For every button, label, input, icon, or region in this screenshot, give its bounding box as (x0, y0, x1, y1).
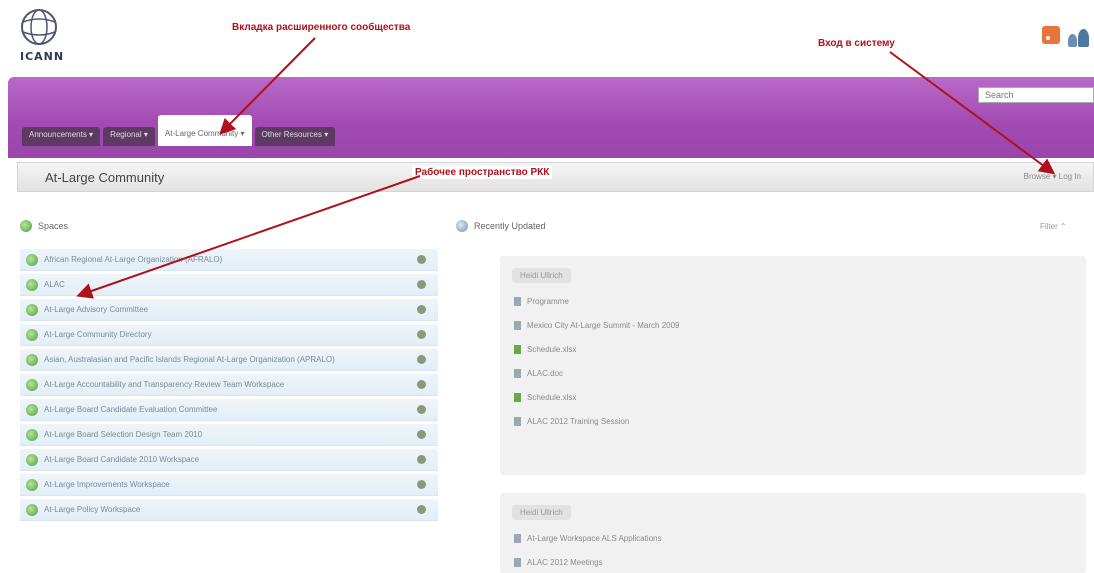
spaces-icon (20, 220, 32, 232)
update-label: At-Large Workspace ALS Applications (527, 533, 662, 543)
space-label: At-Large Board Candidate Evaluation Comm… (44, 405, 218, 414)
gear-icon[interactable] (417, 280, 426, 289)
top-icons (1042, 26, 1090, 48)
tab-announcements[interactable]: Announcements ▾ (22, 127, 101, 146)
update-item[interactable]: ALAC 2012 Meetings (514, 556, 1086, 568)
recently-updated-label: Recently Updated (474, 221, 546, 231)
space-list-item[interactable]: At-Large Improvements Workspace (20, 474, 438, 496)
space-globe-icon (26, 278, 38, 291)
space-list-item[interactable]: At-Large Advisory Committee (20, 299, 438, 321)
space-globe-icon (26, 403, 38, 416)
login-link[interactable]: Browse ▾ Log In (1024, 172, 1081, 181)
space-label: African Regional At-Large Organization (… (44, 255, 223, 264)
update-label: Mexico City At-Large Summit - March 2009 (527, 320, 680, 330)
gear-icon[interactable] (417, 255, 426, 264)
space-list: African Regional At-Large Organization (… (20, 249, 438, 524)
spaces-heading-label: Spaces (38, 221, 69, 231)
recent-icon (456, 220, 468, 232)
author-pill[interactable]: Heidi Ullrich (512, 505, 571, 520)
update-item[interactable]: ALAC 2012 Training Session (514, 415, 1086, 427)
globe-logo-icon (21, 9, 57, 45)
space-list-item[interactable]: At-Large Board Candidate Evaluation Comm… (20, 399, 438, 421)
annotation-workspace: Рабочее пространство РКК (412, 166, 553, 179)
gear-icon[interactable] (417, 355, 426, 364)
annotation-community-tab: Вкладка расширенного сообщества (232, 22, 411, 33)
space-label: At-Large Policy Workspace (44, 505, 141, 514)
spreadsheet-icon (514, 344, 521, 354)
space-globe-icon (26, 478, 38, 491)
tab-at-large-community[interactable]: At-Large Community ▾ (157, 115, 252, 146)
space-label: At-Large Board Candidate 2010 Workspace (44, 455, 200, 464)
spaces-heading: Spaces (20, 220, 68, 232)
page-icon (514, 416, 521, 426)
update-item[interactable]: Mexico City At-Large Summit - March 2009 (514, 319, 1086, 331)
update-item[interactable]: Programme (514, 295, 1086, 307)
space-globe-icon (26, 503, 38, 516)
page-icon (514, 296, 521, 306)
update-label: Programme (527, 296, 569, 306)
people-icon[interactable] (1066, 26, 1090, 48)
gear-icon[interactable] (417, 505, 426, 514)
space-list-item[interactable]: At-Large Board Candidate 2010 Workspace (20, 449, 438, 471)
rss-icon[interactable] (1042, 26, 1060, 44)
page-icon (514, 320, 521, 330)
gear-icon[interactable] (417, 480, 426, 489)
space-label: At-Large Community Directory (44, 330, 152, 339)
space-list-item-alac[interactable]: ALAC (20, 274, 438, 296)
update-label: ALAC 2012 Training Session (527, 416, 630, 426)
tab-other-resources[interactable]: Other Resources ▾ (254, 127, 336, 146)
space-globe-icon (26, 253, 38, 266)
author-pill[interactable]: Heidi Ullrich (512, 268, 571, 283)
update-item[interactable]: Schedule.xlsx (514, 343, 1086, 355)
update-item[interactable]: ALAC.doc (514, 367, 1086, 379)
space-label: Asian, Australasian and Pacific Islands … (44, 355, 335, 364)
page-icon (514, 368, 521, 378)
space-label: At-Large Advisory Committee (44, 305, 149, 314)
space-globe-icon (26, 453, 38, 466)
update-label: ALAC.doc (527, 368, 564, 378)
search-input[interactable] (978, 87, 1094, 103)
update-label: ALAC 2012 Meetings (527, 557, 603, 567)
space-globe-icon (26, 353, 38, 366)
gear-icon[interactable] (417, 305, 426, 314)
space-label: At-Large Accountability and Transparency… (44, 380, 285, 389)
space-list-item[interactable]: African Regional At-Large Organization (… (20, 249, 438, 271)
page-icon (514, 533, 521, 543)
update-group: Heidi Ullrich Programme Mexico City At-L… (500, 256, 1086, 475)
space-label: ALAC (44, 280, 65, 289)
space-list-item[interactable]: At-Large Community Directory (20, 324, 438, 346)
space-label: At-Large Board Selection Design Team 201… (44, 430, 203, 439)
filter-link[interactable]: Filter ⌃ (1040, 222, 1067, 231)
spreadsheet-icon (514, 392, 521, 402)
space-globe-icon (26, 303, 38, 316)
space-list-item[interactable]: At-Large Accountability and Transparency… (20, 374, 438, 396)
space-globe-icon (26, 428, 38, 441)
gear-icon[interactable] (417, 430, 426, 439)
recently-updated-heading: Recently Updated (456, 220, 546, 232)
space-globe-icon (26, 378, 38, 391)
tab-regional[interactable]: Regional ▾ (103, 127, 155, 146)
space-globe-icon (26, 328, 38, 341)
page-icon (514, 557, 521, 567)
space-list-item[interactable]: At-Large Board Selection Design Team 201… (20, 424, 438, 446)
update-item[interactable]: At-Large Workspace ALS Applications (514, 532, 1086, 544)
space-title: At-Large Community (45, 170, 165, 185)
gear-icon[interactable] (417, 380, 426, 389)
update-label: Schedule.xlsx (527, 392, 577, 402)
space-title-bar: At-Large Community Browse ▾ Log In (17, 162, 1094, 192)
gear-icon[interactable] (417, 405, 426, 414)
gear-icon[interactable] (417, 455, 426, 464)
space-list-item[interactable]: At-Large Policy Workspace (20, 499, 438, 521)
annotation-login: Вход в систему (818, 38, 895, 49)
main-tabs: Announcements ▾ Regional ▾ At-Large Comm… (22, 115, 336, 146)
gear-icon[interactable] (417, 330, 426, 339)
update-label: Schedule.xlsx (527, 344, 577, 354)
update-group: Heidi Ullrich At-Large Workspace ALS App… (500, 493, 1086, 573)
logo-text: ICANN (20, 50, 65, 63)
space-list-item[interactable]: Asian, Australasian and Pacific Islands … (20, 349, 438, 371)
update-item[interactable]: Schedule.xlsx (514, 391, 1086, 403)
space-label: At-Large Improvements Workspace (44, 480, 170, 489)
